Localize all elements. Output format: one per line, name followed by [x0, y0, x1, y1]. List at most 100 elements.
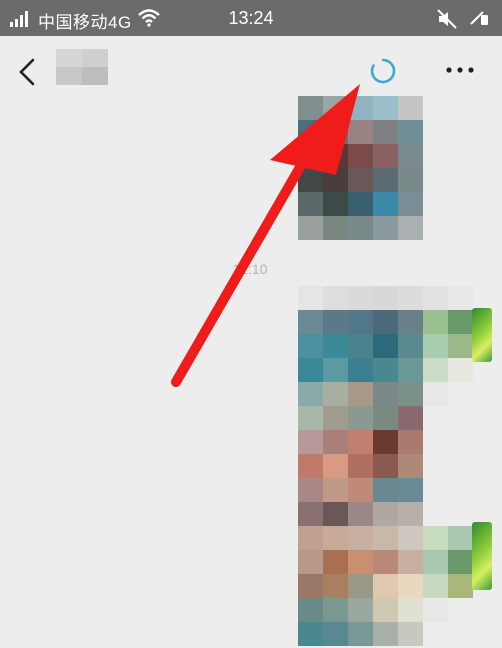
image-pixel	[398, 334, 423, 358]
image-pixel	[448, 574, 473, 598]
image-pixel	[298, 574, 323, 598]
image-pixel	[348, 622, 373, 646]
image-pixel	[323, 454, 348, 478]
image-pixel	[298, 96, 323, 120]
image-pixel	[298, 430, 323, 454]
image-pixel	[298, 216, 323, 240]
image-pixel	[373, 334, 398, 358]
image-pixel	[373, 502, 398, 526]
image-pixel	[373, 216, 398, 240]
image-pixel	[398, 598, 423, 622]
image-pixel	[323, 144, 348, 168]
image-pixel	[323, 382, 348, 406]
image-pixel	[373, 168, 398, 192]
image-pixel	[398, 168, 423, 192]
image-pixel	[448, 358, 473, 382]
image-pixel	[398, 358, 423, 382]
image-pixel	[323, 478, 348, 502]
image-pixel	[398, 526, 423, 550]
image-pixel	[373, 286, 398, 310]
image-message-2[interactable]	[298, 286, 473, 646]
image-pixel	[448, 478, 473, 502]
image-pixel	[423, 382, 448, 406]
image-pixel	[298, 168, 323, 192]
image-pixel	[298, 286, 323, 310]
image-pixel	[398, 382, 423, 406]
message-timestamp: 12:10	[232, 261, 268, 277]
contact-name-blurred	[56, 49, 108, 85]
image-pixel	[323, 430, 348, 454]
avatar[interactable]	[472, 308, 492, 362]
image-pixel	[298, 192, 323, 216]
image-pixel	[298, 144, 323, 168]
image-pixel	[323, 358, 348, 382]
image-pixel	[298, 550, 323, 574]
image-pixel	[373, 144, 398, 168]
image-pixel	[398, 144, 423, 168]
image-pixel	[323, 96, 348, 120]
image-pixel	[448, 334, 473, 358]
image-pixel	[348, 168, 373, 192]
image-pixel	[398, 310, 423, 334]
image-pixel	[423, 622, 448, 646]
image-pixel	[373, 406, 398, 430]
image-pixel	[423, 430, 448, 454]
image-pixel	[323, 334, 348, 358]
more-icon[interactable]	[442, 60, 478, 80]
image-pixel	[298, 406, 323, 430]
image-pixel	[398, 502, 423, 526]
image-pixel	[423, 598, 448, 622]
image-pixel	[423, 574, 448, 598]
image-pixel	[423, 310, 448, 334]
image-pixel	[348, 334, 373, 358]
image-pixel	[373, 192, 398, 216]
image-pixel	[398, 96, 423, 120]
image-pixel	[323, 168, 348, 192]
image-pixel	[373, 358, 398, 382]
image-pixel	[298, 502, 323, 526]
image-pixel	[298, 454, 323, 478]
image-pixel	[398, 406, 423, 430]
image-pixel	[348, 96, 373, 120]
image-pixel	[448, 430, 473, 454]
status-bar: 中国移动4G 13:24	[0, 0, 502, 36]
image-pixel	[423, 406, 448, 430]
image-pixel	[373, 96, 398, 120]
image-pixel	[348, 478, 373, 502]
image-pixel	[348, 406, 373, 430]
image-pixel	[373, 526, 398, 550]
image-pixel	[398, 192, 423, 216]
avatar[interactable]	[472, 522, 492, 590]
image-pixel	[373, 430, 398, 454]
image-pixel	[373, 382, 398, 406]
image-pixel	[348, 454, 373, 478]
image-pixel	[398, 430, 423, 454]
image-pixel	[423, 334, 448, 358]
image-pixel	[323, 192, 348, 216]
image-message-1[interactable]	[298, 96, 423, 240]
image-pixel	[298, 598, 323, 622]
image-pixel	[398, 286, 423, 310]
status-time: 13:24	[228, 8, 274, 28]
image-pixel	[423, 550, 448, 574]
chat-header	[0, 36, 502, 106]
image-pixel	[448, 382, 473, 406]
image-pixel	[423, 454, 448, 478]
image-pixel	[348, 382, 373, 406]
image-pixel	[323, 622, 348, 646]
back-arrow-icon[interactable]	[14, 56, 40, 88]
image-pixel	[323, 310, 348, 334]
image-pixel	[398, 574, 423, 598]
image-pixel	[348, 502, 373, 526]
image-pixel	[348, 574, 373, 598]
image-pixel	[398, 622, 423, 646]
image-pixel	[348, 550, 373, 574]
image-pixel	[323, 286, 348, 310]
image-pixel	[423, 358, 448, 382]
battery-icon	[470, 11, 488, 25]
image-pixel	[448, 526, 473, 550]
image-pixel	[298, 310, 323, 334]
image-pixel	[323, 120, 348, 144]
loading-spinner-icon	[370, 58, 396, 84]
image-pixel	[373, 310, 398, 334]
